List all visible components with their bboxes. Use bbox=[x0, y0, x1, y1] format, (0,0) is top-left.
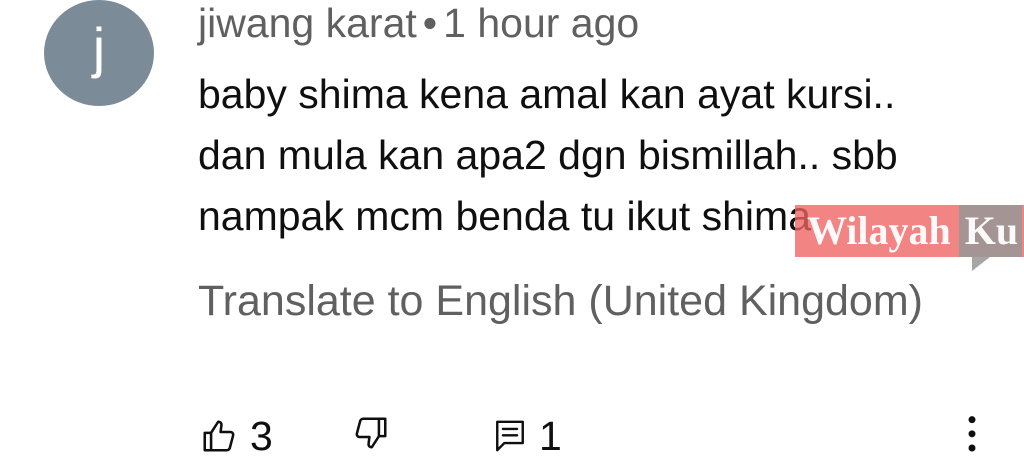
comment-line: baby shima kena amal kan ayat kursi.. bbox=[198, 71, 896, 117]
comment-line: dan mula kan apa2 dgn bismillah.. sbb bbox=[198, 132, 898, 178]
thumbs-down-icon bbox=[355, 417, 387, 449]
reply-count: 1 bbox=[539, 413, 562, 459]
comment-actions: 3 1 bbox=[0, 405, 1024, 465]
author-name[interactable]: jiwang karat bbox=[198, 0, 417, 46]
like-button[interactable]: 3 bbox=[200, 411, 273, 461]
comment-meta: jiwang karat • 1 hour ago bbox=[198, 0, 639, 48]
more-options-button[interactable] bbox=[962, 413, 982, 453]
watermark-text-main: Wilayah bbox=[807, 208, 951, 253]
dislike-button[interactable] bbox=[352, 413, 390, 453]
watermark-text-tail: Ku bbox=[958, 205, 1023, 257]
watermark-tail bbox=[972, 257, 990, 271]
reply-button[interactable]: 1 bbox=[493, 411, 562, 461]
like-count: 3 bbox=[250, 413, 273, 459]
translate-link[interactable]: Translate to English (United Kingdom) bbox=[198, 274, 923, 328]
thumbs-up-icon bbox=[203, 420, 235, 452]
comment-time[interactable]: 1 hour ago bbox=[443, 0, 639, 46]
watermark: Wilayah Ku bbox=[795, 205, 1024, 257]
meta-separator: • bbox=[422, 0, 438, 46]
more-vertical-icon bbox=[968, 416, 976, 452]
avatar-letter: j bbox=[92, 15, 106, 79]
comment-icon bbox=[496, 420, 524, 452]
avatar[interactable]: j bbox=[44, 0, 154, 106]
